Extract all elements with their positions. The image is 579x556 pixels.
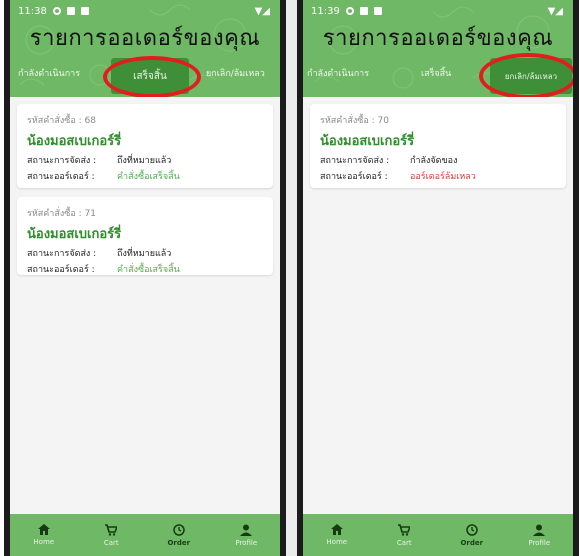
order-status-label: สถานะออร์เดอร์ : bbox=[27, 265, 95, 275]
tab-pending[interactable]: กำลังดำเนินการ bbox=[307, 66, 369, 80]
shop-name: น้องมอสเบเกอร์รี่ bbox=[27, 134, 122, 149]
delivery-status-label: สถานะการจัดส่ง : bbox=[27, 156, 97, 166]
order-history-icon bbox=[173, 523, 185, 536]
home-icon bbox=[330, 524, 343, 535]
nav-home[interactable]: Home bbox=[312, 524, 362, 546]
bottom-nav: Home Cart Order Profile bbox=[10, 514, 280, 556]
header: 11:39 ▼◢ รายการออเดอร์ของคุณ กำลังดำเนิน… bbox=[303, 0, 573, 97]
order-status-value: คำสั่งซื้อเสร็จสิ้น bbox=[117, 265, 180, 275]
nav-cart-label: Cart bbox=[103, 538, 119, 547]
order-card[interactable]: รหัสคำสั่งซื้อ : 71 น้องมอสเบเกอร์รี่ สถ… bbox=[17, 197, 273, 275]
location-icon bbox=[345, 7, 354, 15]
delivery-status-label: สถานะการจัดส่ง : bbox=[320, 156, 390, 166]
phone-screen-completed: 11:38 ▼◢ รายการออเดอร์ของคุณ กำลังดำเนิน… bbox=[4, 0, 286, 556]
nav-cart[interactable]: Cart bbox=[86, 523, 136, 547]
order-card[interactable]: รหัสคำสั่งซื้อ : 70 น้องมอสเบเกอร์รี่ สถ… bbox=[310, 104, 566, 188]
order-card[interactable]: รหัสคำสั่งซื้อ : 68 น้องมอสเบเกอร์รี่ สถ… bbox=[17, 104, 273, 188]
card-icon bbox=[80, 7, 89, 15]
nav-profile-label: Profile bbox=[235, 538, 258, 547]
nav-order[interactable]: Order bbox=[447, 523, 497, 547]
status-bar: 11:38 ▼◢ bbox=[18, 4, 270, 18]
order-number: รหัสคำสั่งซื้อ : 68 bbox=[27, 116, 96, 126]
profile-icon bbox=[533, 524, 546, 536]
profile-icon bbox=[240, 524, 253, 536]
sim-icon bbox=[66, 7, 75, 15]
nav-home[interactable]: Home bbox=[19, 524, 69, 546]
highlight-ring bbox=[479, 53, 573, 97]
location-icon bbox=[52, 7, 61, 15]
delivery-status-label: สถานะการจัดส่ง : bbox=[27, 249, 97, 259]
screen-divider bbox=[286, 0, 297, 556]
delivery-status-row: สถานะการจัดส่ง : กำลังจัดของ bbox=[320, 153, 556, 167]
phone-screen-cancelled: 11:39 ▼◢ รายการออเดอร์ของคุณ กำลังดำเนิน… bbox=[297, 0, 579, 556]
nav-home-label: Home bbox=[33, 538, 55, 546]
wifi-icon: ▼◢ bbox=[254, 5, 270, 17]
delivery-status-row: สถานะการจัดส่ง : ถึงที่หมายแล้ว bbox=[27, 153, 263, 167]
nav-profile[interactable]: Profile bbox=[221, 524, 271, 547]
order-status-label: สถานะออร์เดอร์ : bbox=[320, 172, 388, 182]
order-status-label: สถานะออร์เดอร์ : bbox=[27, 172, 95, 182]
header: 11:38 ▼◢ รายการออเดอร์ของคุณ กำลังดำเนิน… bbox=[10, 0, 280, 97]
tab-completed[interactable]: เสร็จสิ้น bbox=[421, 66, 451, 80]
nav-cart-label: Cart bbox=[396, 538, 412, 547]
bottom-nav: Home Cart Order Profile bbox=[303, 514, 573, 556]
tab-cancelled[interactable]: ยกเลิก/ล้มเหลว bbox=[206, 66, 265, 80]
sim-icon bbox=[359, 7, 368, 15]
shop-name: น้องมอสเบเกอร์รี่ bbox=[27, 227, 122, 242]
delivery-status-value: กำลังจัดของ bbox=[410, 156, 458, 166]
tab-pending[interactable]: กำลังดำเนินการ bbox=[18, 66, 80, 80]
nav-order-label: Order bbox=[167, 538, 191, 547]
page-title: รายการออเดอร์ของคุณ bbox=[29, 26, 261, 51]
status-bar: 11:39 ▼◢ bbox=[311, 4, 563, 18]
nav-order-label: Order bbox=[460, 538, 484, 547]
home-icon bbox=[37, 524, 50, 535]
nav-profile[interactable]: Profile bbox=[514, 524, 564, 547]
order-status-value: ออร์เดอร์ล้มเหลว bbox=[410, 172, 476, 182]
cart-icon bbox=[398, 523, 411, 536]
page-title: รายการออเดอร์ของคุณ bbox=[322, 26, 554, 51]
order-number: รหัสคำสั่งซื้อ : 70 bbox=[320, 116, 389, 126]
status-time: 11:39 bbox=[311, 5, 340, 17]
delivery-status-row: สถานะการจัดส่ง : ถึงที่หมายแล้ว bbox=[27, 246, 263, 260]
nav-cart[interactable]: Cart bbox=[379, 523, 429, 547]
shop-name: น้องมอสเบเกอร์รี่ bbox=[320, 134, 415, 149]
highlight-ring bbox=[103, 56, 201, 97]
card-icon bbox=[373, 7, 382, 15]
wifi-icon: ▼◢ bbox=[547, 5, 563, 17]
nav-profile-label: Profile bbox=[528, 538, 551, 547]
status-time: 11:38 bbox=[18, 5, 47, 17]
order-status-row: สถานะออร์เดอร์ : ออร์เดอร์ล้มเหลว bbox=[320, 169, 556, 183]
order-history-icon bbox=[466, 523, 478, 536]
order-status-row: สถานะออร์เดอร์ : คำสั่งซื้อเสร็จสิ้น bbox=[27, 169, 263, 183]
delivery-status-value: ถึงที่หมายแล้ว bbox=[117, 156, 172, 166]
nav-order[interactable]: Order bbox=[154, 523, 204, 547]
cart-icon bbox=[105, 523, 118, 536]
order-number: รหัสคำสั่งซื้อ : 71 bbox=[27, 209, 96, 219]
nav-home-label: Home bbox=[326, 538, 348, 546]
delivery-status-value: ถึงที่หมายแล้ว bbox=[117, 249, 172, 259]
order-status-value: คำสั่งซื้อเสร็จสิ้น bbox=[117, 172, 180, 182]
order-status-row: สถานะออร์เดอร์ : คำสั่งซื้อเสร็จสิ้น bbox=[27, 262, 263, 276]
